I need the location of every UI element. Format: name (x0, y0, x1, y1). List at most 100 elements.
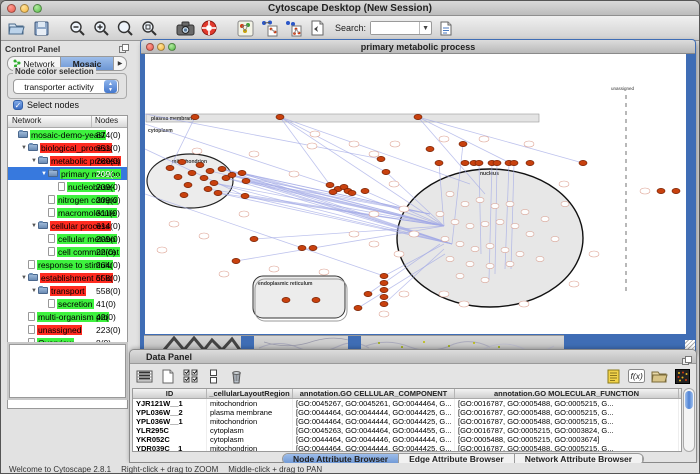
nucleus-node[interactable] (516, 251, 524, 256)
unselected-node[interactable] (199, 233, 209, 239)
unselected-node[interactable] (399, 291, 409, 297)
unselected-node[interactable] (519, 301, 529, 307)
table-row[interactable]: YPL036W__2plasma membrane[GO:0044464, GO… (133, 408, 681, 417)
layout-icon[interactable] (235, 18, 255, 38)
tree-row[interactable]: ▼transport558(0) (8, 284, 127, 297)
selected-network-node[interactable] (459, 141, 467, 146)
selected-network-node[interactable] (361, 188, 369, 193)
select-nodes-checkbox[interactable]: ✓ (13, 100, 23, 110)
unselected-node[interactable] (369, 241, 379, 247)
selected-network-node[interactable] (380, 294, 388, 299)
help-icon[interactable] (199, 18, 219, 38)
selected-network-node[interactable] (364, 291, 372, 296)
unselected-node[interactable] (389, 181, 399, 187)
import-attributes-icon[interactable] (649, 366, 669, 386)
tree-expand-arrow-icon[interactable]: ▼ (20, 145, 28, 151)
tree-row[interactable]: ▼establishment of lo558(0) (8, 271, 127, 284)
nucleus-node[interactable] (496, 219, 504, 224)
selected-network-node[interactable] (200, 175, 208, 180)
nucleus-node[interactable] (461, 201, 469, 206)
matrix-view-icon[interactable] (672, 366, 692, 386)
selected-network-node[interactable] (672, 188, 680, 193)
import-icon[interactable] (307, 18, 327, 38)
network-zoom-button[interactable] (168, 43, 176, 51)
more-tabs-arrow-icon[interactable]: ▶ (114, 57, 126, 70)
unselected-node[interactable] (559, 181, 569, 187)
unselected-node[interactable] (157, 247, 167, 253)
selected-network-node[interactable] (380, 287, 388, 292)
tree-column-nodes[interactable]: Nodes (92, 116, 127, 127)
select-attributes-icon[interactable] (134, 366, 154, 386)
unselected-node[interactable] (192, 148, 202, 154)
selected-network-node[interactable] (214, 190, 222, 195)
tree-row[interactable]: macromolecule311(0) (8, 206, 127, 219)
nucleus-node[interactable] (451, 219, 459, 224)
selected-network-node[interactable] (298, 245, 306, 250)
selected-network-node[interactable] (218, 166, 226, 171)
nucleus-node[interactable] (501, 247, 509, 252)
table-column-header[interactable]: ID (133, 389, 207, 398)
unselected-node[interactable] (307, 143, 317, 149)
zoom-fit-icon[interactable] (115, 18, 135, 38)
selected-network-node[interactable] (657, 188, 665, 193)
selected-network-node[interactable] (348, 190, 356, 195)
tree-row[interactable]: ▼biological_process651(0) (8, 141, 127, 154)
selected-network-node[interactable] (461, 160, 469, 165)
selected-network-node[interactable] (238, 170, 246, 175)
table-row[interactable]: YPL036W__1mitochondrion[GO:0044464, GO:0… (133, 417, 681, 426)
unselected-node[interactable] (310, 131, 320, 137)
selected-network-node[interactable] (380, 280, 388, 285)
selected-network-node[interactable] (191, 114, 199, 119)
table-column-header[interactable]: annotation.GO MOLECULAR_FUNCTION (455, 389, 679, 398)
nucleus-node[interactable] (526, 231, 534, 236)
node-color-dropdown[interactable]: transporter activity ▲▼ (13, 79, 119, 94)
selected-network-node[interactable] (312, 297, 320, 302)
unselected-node[interactable] (569, 281, 579, 287)
selected-network-node[interactable] (510, 160, 518, 165)
selected-network-node[interactable] (526, 160, 534, 165)
unselected-node[interactable] (399, 206, 409, 212)
create-attribute-icon[interactable] (157, 366, 177, 386)
unselected-node[interactable] (524, 141, 534, 147)
zoom-in-icon[interactable] (91, 18, 111, 38)
nucleus-node[interactable] (536, 256, 544, 261)
nucleus-node[interactable] (511, 223, 519, 228)
unselect-all-attributes-icon[interactable] (203, 366, 223, 386)
table-scrollbar[interactable] (683, 388, 695, 452)
selected-network-node[interactable] (242, 178, 250, 183)
selected-network-node[interactable] (241, 193, 249, 198)
selected-network-node[interactable] (309, 245, 317, 250)
nucleus-node[interactable] (481, 277, 489, 282)
nucleus-node[interactable] (436, 211, 444, 216)
nucleus-node[interactable] (561, 201, 569, 206)
table-column-header[interactable]: _cellularLayoutRegion (207, 389, 293, 398)
birdseye-view-panel[interactable] (7, 342, 128, 400)
table-row[interactable]: YLR295Ccytoplasm[GO:0045263, GO:0044464,… (133, 426, 681, 435)
network-window-titlebar[interactable]: primary metabolic process (141, 40, 695, 54)
nucleus-node[interactable] (446, 191, 454, 196)
tree-row[interactable]: mosaic-demo-yeast874(0) (8, 128, 127, 141)
selected-network-node[interactable] (354, 305, 362, 310)
selected-network-node[interactable] (435, 160, 443, 165)
network-canvas[interactable]: plasma membranecytoplasmmitochondrionnuc… (145, 54, 686, 334)
nucleus-node[interactable] (456, 241, 464, 246)
tree-expand-arrow-icon[interactable]: ▼ (40, 171, 48, 177)
tree-expand-arrow-icon[interactable]: ▼ (30, 288, 38, 294)
table-row[interactable]: YDR039C__1mitochondrion[GO:0044464, GO:0… (133, 444, 681, 452)
selected-network-node[interactable] (196, 162, 204, 167)
table-scrollbar-thumb[interactable] (685, 391, 693, 409)
selected-network-node[interactable] (326, 182, 334, 187)
unselected-node[interactable] (390, 141, 400, 147)
selected-network-node[interactable] (250, 236, 258, 241)
delete-attribute-icon[interactable] (226, 366, 246, 386)
table-column-header[interactable]: annotation.GO CELLULAR_COMPONENT (293, 389, 455, 398)
tree-expand-arrow-icon[interactable]: ▼ (30, 223, 38, 229)
save-icon[interactable] (31, 18, 51, 38)
unselected-node[interactable] (589, 251, 599, 257)
selected-network-node[interactable] (579, 160, 587, 165)
nucleus-node[interactable] (506, 261, 514, 266)
unselected-node[interactable] (394, 251, 404, 257)
float-panel-icon[interactable] (119, 40, 129, 58)
selected-network-node[interactable] (426, 146, 434, 151)
selected-network-node[interactable] (178, 159, 186, 164)
